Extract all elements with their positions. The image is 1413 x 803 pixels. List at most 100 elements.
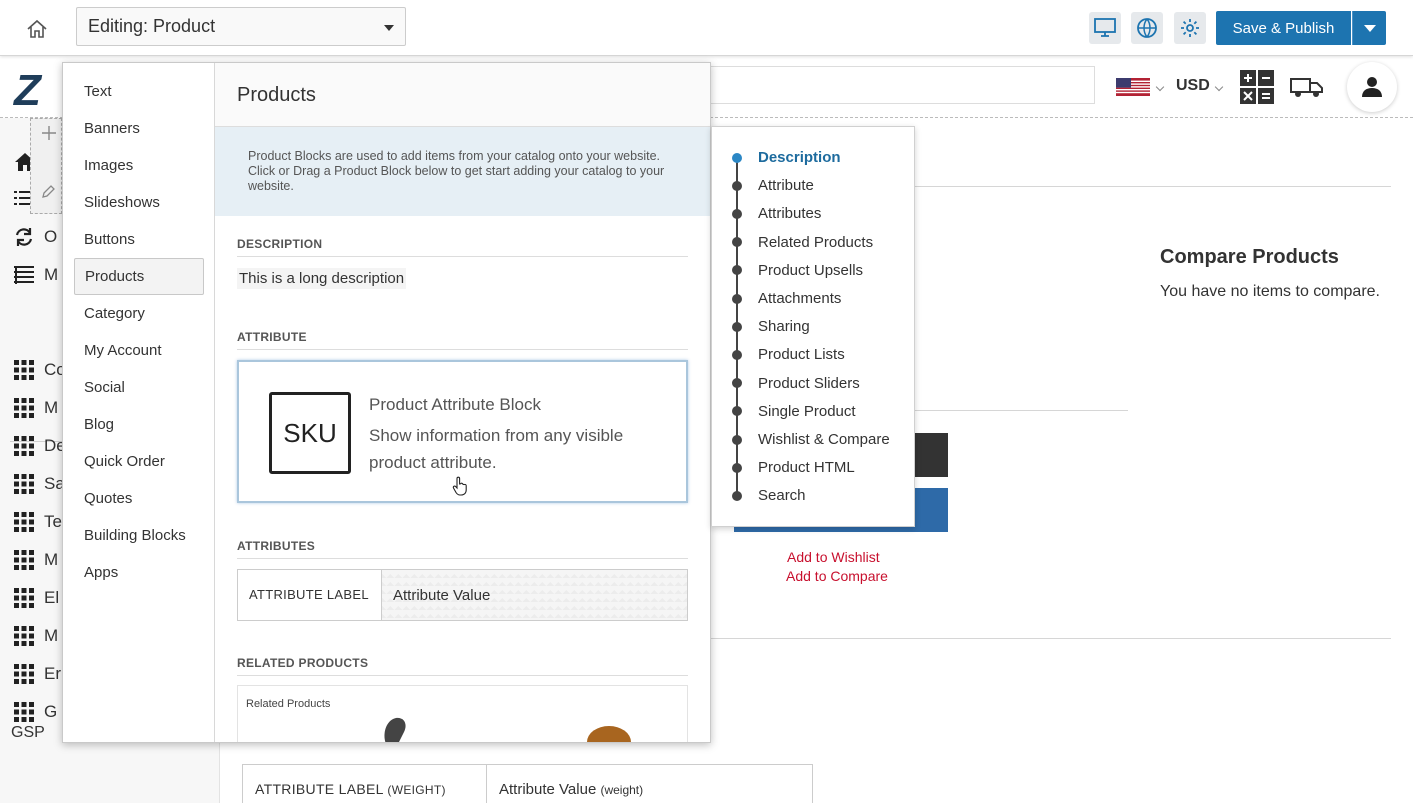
category-my-account[interactable]: My Account	[74, 332, 204, 369]
nav-grid-item[interactable]: M	[14, 398, 58, 418]
nav-grid-item[interactable]: G	[14, 702, 57, 722]
add-to-wishlist-link[interactable]: Add to Wishlist	[787, 549, 880, 565]
calculator-icon[interactable]	[1240, 70, 1274, 104]
grid-icon	[14, 474, 34, 494]
bullet-icon	[732, 237, 742, 248]
pencil-icon[interactable]	[41, 185, 55, 199]
index-item-related-products[interactable]: Related Products	[732, 234, 873, 251]
chevron-down-icon	[384, 25, 394, 31]
nav-grid-item[interactable]: M	[14, 626, 58, 646]
index-item-product-sliders[interactable]: Product Sliders	[732, 375, 860, 392]
nav-grid-item[interactable]: El	[14, 588, 59, 608]
nav-item-list[interactable]	[14, 191, 30, 205]
index-item-product-upsells[interactable]: Product Upsells	[732, 262, 863, 279]
section-title-related: RELATED PRODUCTS	[237, 656, 688, 676]
move-icon[interactable]	[41, 125, 57, 141]
truck-icon[interactable]	[1290, 76, 1324, 98]
nav-grid-item[interactable]: Co	[14, 360, 66, 380]
category-quotes[interactable]: Quotes	[74, 480, 204, 517]
add-block-panel: Text Banners Images Slideshows Buttons Produc…	[62, 62, 711, 743]
category-social[interactable]: Social	[74, 369, 204, 406]
category-apps[interactable]: Apps	[74, 554, 204, 591]
site-search-input[interactable]	[700, 66, 1095, 104]
bullet-icon	[732, 406, 742, 417]
language-button[interactable]	[1131, 12, 1163, 44]
category-text[interactable]: Text	[74, 73, 204, 110]
divider	[911, 410, 1128, 411]
product-thumbnail-icon	[384, 717, 406, 742]
account-button[interactable]	[1347, 62, 1397, 112]
category-quick-order[interactable]: Quick Order	[74, 443, 204, 480]
monitor-icon	[1094, 18, 1116, 37]
category-products[interactable]: Products	[74, 258, 204, 295]
refresh-icon	[15, 228, 33, 246]
grid-icon	[14, 360, 34, 380]
hand-cursor-icon	[452, 476, 467, 496]
category-building-blocks[interactable]: Building Blocks	[74, 517, 204, 554]
index-item-attribute[interactable]: Attribute	[732, 177, 814, 194]
nav-grid-item[interactable]: De	[14, 436, 66, 456]
nav-item-m[interactable]: M	[14, 265, 58, 285]
related-products-title: Related Products	[246, 698, 331, 710]
block-list: Products Product Blocks are used to add …	[215, 63, 710, 742]
bullet-icon	[732, 490, 742, 501]
site-logo[interactable]: Z	[14, 66, 41, 116]
index-item-sharing[interactable]: Sharing	[732, 318, 810, 335]
nav-footer-label: GSP	[11, 724, 45, 741]
category-banners[interactable]: Banners	[74, 110, 204, 147]
attributes-block[interactable]: ATTRIBUTE LABEL Attribute Value	[237, 569, 688, 621]
save-options-dropdown[interactable]	[1352, 11, 1386, 45]
nav-grid-item[interactable]: Te	[14, 512, 62, 532]
grid-icon	[14, 702, 34, 722]
add-to-compare-link[interactable]: Add to Compare	[786, 568, 888, 584]
index-item-wishlist-compare[interactable]: Wishlist & Compare	[732, 431, 890, 448]
block-category-list: Text Banners Images Slideshows Buttons Produc…	[63, 63, 215, 742]
block-list-intro: Product Blocks are used to add items fro…	[215, 127, 710, 216]
category-buttons[interactable]: Buttons	[74, 221, 204, 258]
index-item-product-html[interactable]: Product HTML	[732, 459, 855, 476]
category-images[interactable]: Images	[74, 147, 204, 184]
us-flag-icon[interactable]	[1116, 78, 1150, 96]
section-title-description: DESCRIPTION	[237, 237, 688, 257]
currency-selector[interactable]: USD	[1176, 77, 1210, 95]
index-item-search[interactable]: Search	[732, 487, 806, 504]
nav-grid-item[interactable]: Sa	[14, 474, 65, 494]
bullet-icon	[732, 434, 742, 445]
index-item-description[interactable]: Description	[732, 149, 841, 166]
bullet-icon	[732, 378, 742, 389]
nav-grid-item[interactable]: Er	[14, 664, 61, 684]
save-publish-button[interactable]: Save & Publish	[1216, 11, 1351, 45]
block-index-panel: Description Attribute Attributes Related Pr…	[711, 126, 915, 527]
globe-icon	[1137, 18, 1157, 38]
editing-page-select[interactable]: Editing: Product	[76, 7, 406, 46]
grid-icon	[14, 398, 34, 418]
edit-handles[interactable]	[30, 118, 62, 214]
index-item-attachments[interactable]: Attachments	[732, 290, 841, 307]
nav-item-orders[interactable]: O	[14, 227, 57, 247]
category-slideshows[interactable]: Slideshows	[74, 184, 204, 221]
settings-button[interactable]	[1174, 12, 1206, 44]
block-description: Show information from any visible produc…	[369, 426, 624, 472]
category-category[interactable]: Category	[74, 295, 204, 332]
home-button[interactable]	[22, 14, 52, 44]
description-block[interactable]: This is a long description	[237, 268, 407, 289]
compare-text: You have no items to compare.	[1160, 283, 1380, 300]
category-blog[interactable]: Blog	[74, 406, 204, 443]
nav-grid-item[interactable]: M	[14, 550, 58, 570]
desktop-preview-button[interactable]	[1089, 12, 1121, 44]
sku-icon: SKU	[269, 392, 351, 474]
section-title-attributes: ATTRIBUTES	[237, 539, 688, 559]
list-icon	[14, 191, 30, 205]
grid-icon	[14, 550, 34, 570]
attribute-value: Attribute Value (weight)	[499, 781, 644, 798]
bullet-icon	[732, 349, 742, 360]
bullet-icon	[732, 180, 742, 191]
index-item-product-lists[interactable]: Product Lists	[732, 346, 845, 363]
related-products-block[interactable]: Related Products	[237, 685, 688, 742]
bullet-icon	[732, 462, 742, 473]
bullet-icon	[732, 208, 742, 219]
index-item-single-product[interactable]: Single Product	[732, 403, 856, 420]
grid-icon	[14, 588, 34, 608]
index-item-attributes[interactable]: Attributes	[732, 205, 821, 222]
bullet-icon	[732, 265, 742, 276]
